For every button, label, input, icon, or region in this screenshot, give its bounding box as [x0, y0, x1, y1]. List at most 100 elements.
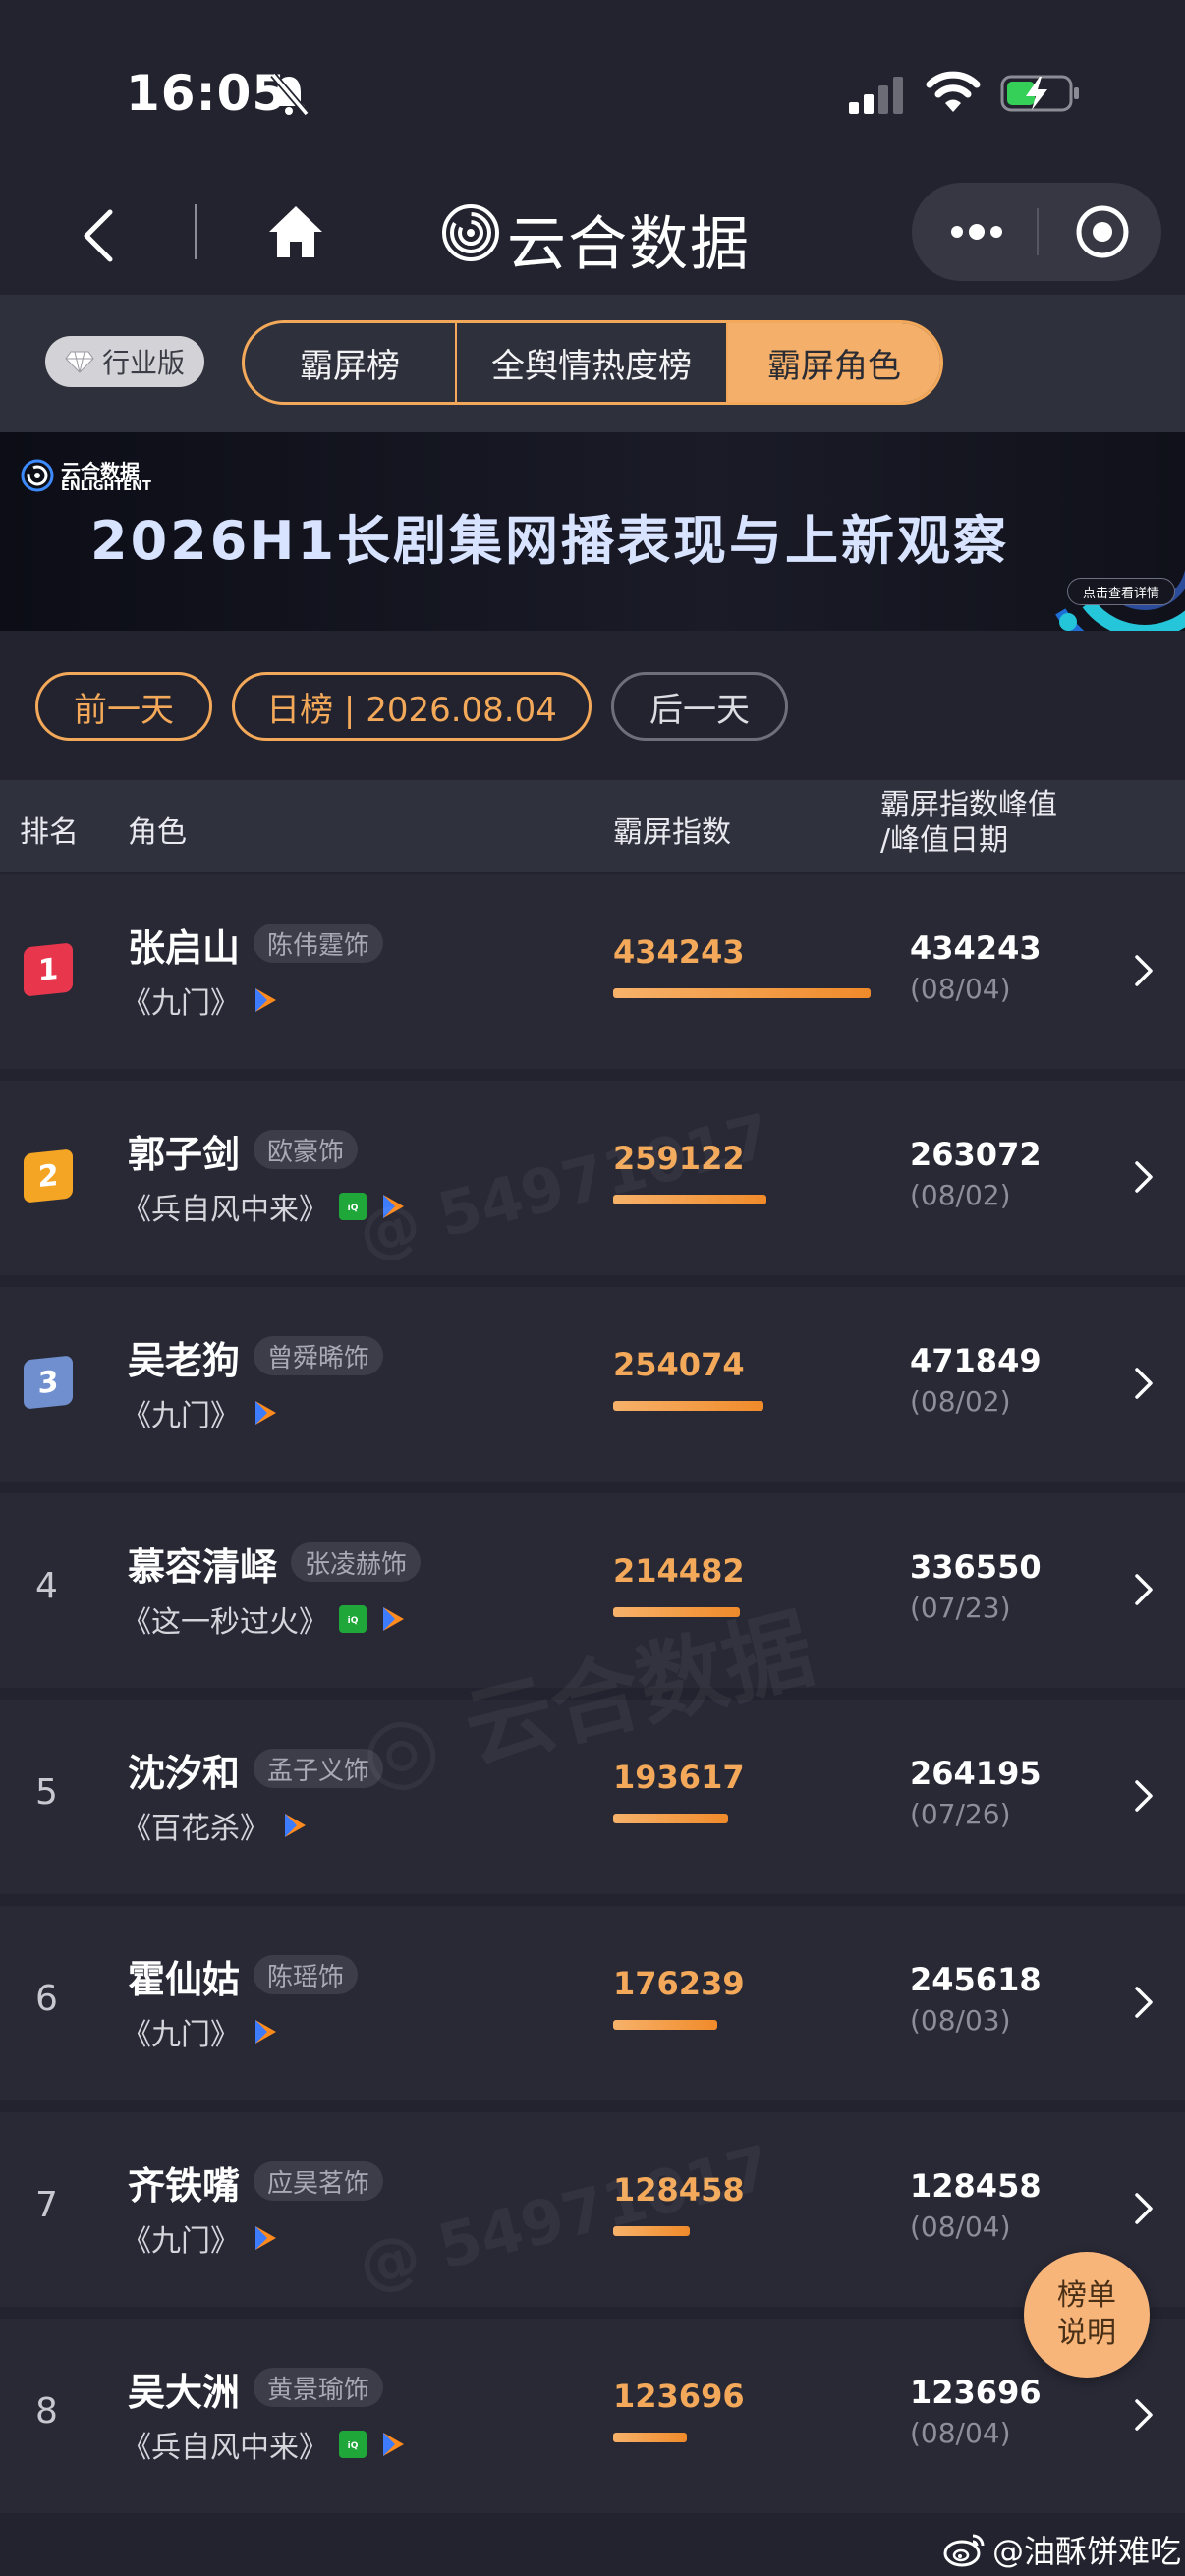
- banner-dot: [1059, 613, 1077, 631]
- drama-name: 《兵自风中来》: [122, 2431, 328, 2465]
- table-header: 排名 角色 霸屏指数 霸屏指数峰值 /峰值日期: [0, 780, 1185, 872]
- more-icon[interactable]: [947, 220, 1006, 244]
- rank-number: 7: [35, 2185, 58, 2225]
- peak-index-value: 471849: [910, 1342, 1042, 1379]
- tencent-video-icon: [383, 2433, 404, 2456]
- table-row[interactable]: 4 慕容清峄 张凌赫饰 《这一秒过火》 iQ 214482 336550 (07/23): [0, 1493, 1185, 1688]
- tencent-video-icon: [255, 1401, 276, 1425]
- rank-number: 4: [35, 1566, 58, 1606]
- chevron-right-icon[interactable]: [1132, 1778, 1156, 1814]
- header-index: 霸屏指数: [613, 815, 731, 850]
- rank-number: 8: [35, 2391, 58, 2432]
- promo-banner[interactable]: 云合数据 ENLIGHTENT 2026H1长剧集网播表现与上新观察 点击查看详…: [0, 432, 1185, 631]
- actor-tag: 陈伟霆饰: [254, 924, 384, 963]
- actor-tag: 张凌赫饰: [291, 1542, 422, 1582]
- actor-tag: 陈瑶饰: [254, 1955, 359, 1994]
- chevron-right-icon[interactable]: [1132, 2191, 1156, 2226]
- table-row[interactable]: 8 吴大洲 黄景瑜饰 《兵自风中来》 iQ 123696 123696 (08/04): [0, 2319, 1185, 2513]
- drama-name: 《兵自风中来》: [122, 1193, 328, 1227]
- screen-index-value: 123696: [613, 2378, 745, 2415]
- role-name: 霍仙姑: [128, 1958, 241, 2001]
- iqiyi-icon: iQ: [339, 1193, 367, 1220]
- drama-title: 《兵自风中来》 iQ: [122, 1185, 407, 1228]
- chevron-right-icon[interactable]: [1132, 1366, 1156, 1401]
- role-name: 吴老狗: [128, 1339, 241, 1382]
- notes-line2: 说明: [1057, 2316, 1116, 2350]
- iqiyi-icon: iQ: [339, 1605, 367, 1633]
- tencent-video-icon: [255, 2226, 276, 2250]
- peak-index-value: 128458: [910, 2167, 1042, 2205]
- tab-dominant-roles[interactable]: 霸屏角色: [726, 323, 940, 402]
- chevron-right-icon[interactable]: [1132, 953, 1156, 988]
- table-row[interactable]: 3 吴老狗 曾舜晞饰 《九门》 254074 471849 (08/02): [0, 1287, 1185, 1482]
- signal-icon: [849, 77, 903, 114]
- rank-number: 6: [35, 1979, 58, 2019]
- tencent-video-icon: [255, 2020, 276, 2044]
- current-date-picker[interactable]: 日榜 | 2026.08.04: [232, 672, 592, 741]
- tencent-video-icon: [383, 1195, 404, 1218]
- header-role: 角色: [128, 815, 187, 850]
- drama-title: 《九门》: [122, 1391, 279, 1434]
- chevron-right-icon[interactable]: [1132, 1572, 1156, 1607]
- table-row[interactable]: 7 齐铁嘴 应昊茗饰 《九门》 128458 128458 (08/04): [0, 2112, 1185, 2307]
- capsule-divider: [1037, 208, 1039, 255]
- peak-index-value: 264195: [910, 1755, 1042, 1792]
- status-bar: 16:05: [0, 0, 1185, 167]
- rank-badge: 3: [24, 1355, 73, 1410]
- back-icon[interactable]: [79, 206, 118, 265]
- drama-name: 《九门》: [122, 2018, 240, 2052]
- rank-number: 5: [35, 1772, 58, 1813]
- peak-index-value: 434243: [910, 929, 1042, 967]
- drama-name: 《九门》: [122, 2224, 240, 2259]
- screen-index-bar: [613, 2020, 717, 2030]
- ranking-notes-button[interactable]: 榜单 说明: [1024, 2252, 1150, 2378]
- header-rank: 排名: [20, 815, 79, 850]
- table-row[interactable]: 1 张启山 陈伟霆饰 《九门》 434243 434243 (08/04): [0, 874, 1185, 1069]
- screen-index-bar: [613, 2433, 687, 2442]
- peak-date: (08/04): [910, 2417, 1011, 2449]
- peak-index-value: 123696: [910, 2374, 1042, 2411]
- industry-version-badge[interactable]: 行业版: [45, 336, 204, 387]
- status-time: 16:05: [126, 65, 288, 122]
- drama-name: 《九门》: [122, 986, 240, 1021]
- svg-text:iQ: iQ: [348, 1204, 359, 1213]
- actor-tag: 欧豪饰: [254, 1130, 359, 1169]
- tab-sentiment-heat[interactable]: 全舆情热度榜: [455, 323, 726, 402]
- banner-title: 2026H1长剧集网播表现与上新观察: [90, 510, 1010, 572]
- tencent-video-icon: [383, 1607, 404, 1631]
- peak-index-value: 245618: [910, 1961, 1042, 1998]
- svg-text:iQ: iQ: [348, 2441, 359, 2451]
- drama-name: 《百花杀》: [122, 1812, 269, 1846]
- battery-charging-icon: [1000, 75, 1079, 112]
- industry-badge-label: 行业版: [101, 347, 185, 379]
- rank-badge: 2: [24, 1148, 73, 1204]
- screen-index-value: 176239: [613, 1965, 745, 2002]
- drama-title: 《兵自风中来》 iQ: [122, 2423, 407, 2466]
- chevron-right-icon[interactable]: [1132, 1159, 1156, 1195]
- chevron-right-icon[interactable]: [1132, 2397, 1156, 2433]
- chevron-right-icon[interactable]: [1132, 1985, 1156, 2020]
- screen-index-bar: [613, 1814, 728, 1823]
- next-day-button[interactable]: 后一天: [611, 672, 788, 741]
- tab-screen-dominance[interactable]: 霸屏榜: [245, 323, 455, 402]
- header-peak-line2: /峰值日期: [880, 823, 1009, 858]
- role-name: 沈汐和: [128, 1752, 241, 1795]
- table-row[interactable]: 5 沈汐和 孟子义饰 《百花杀》 193617 264195 (07/26): [0, 1700, 1185, 1894]
- banner-detail-button[interactable]: 点击查看详情: [1067, 578, 1175, 605]
- header-peak-line1: 霸屏指数峰值: [880, 788, 1057, 822]
- drama-title: 《这一秒过火》 iQ: [122, 1597, 407, 1641]
- tencent-video-icon: [255, 988, 276, 1012]
- actor-tag: 曾舜晞饰: [254, 1336, 384, 1375]
- drama-title: 《九门》: [122, 2010, 279, 2053]
- prev-day-button[interactable]: 前一天: [35, 672, 212, 741]
- weibo-icon: [943, 2534, 985, 2567]
- screen-index-bar: [613, 1195, 766, 1204]
- screen-index-bar: [613, 988, 871, 998]
- close-target-icon[interactable]: [1075, 204, 1130, 259]
- table-row[interactable]: 6 霍仙姑 陈瑶饰 《九门》 176239 245618 (08/03): [0, 1906, 1185, 2100]
- table-row[interactable]: 2 郭子剑 欧豪饰 《兵自风中来》 iQ 259122 263072 (08/02): [0, 1081, 1185, 1275]
- peak-index-value: 336550: [910, 1548, 1042, 1586]
- home-icon[interactable]: [265, 202, 326, 261]
- actor-tag: 黄景瑜饰: [254, 2368, 384, 2407]
- notes-line1: 榜单: [1057, 2278, 1116, 2313]
